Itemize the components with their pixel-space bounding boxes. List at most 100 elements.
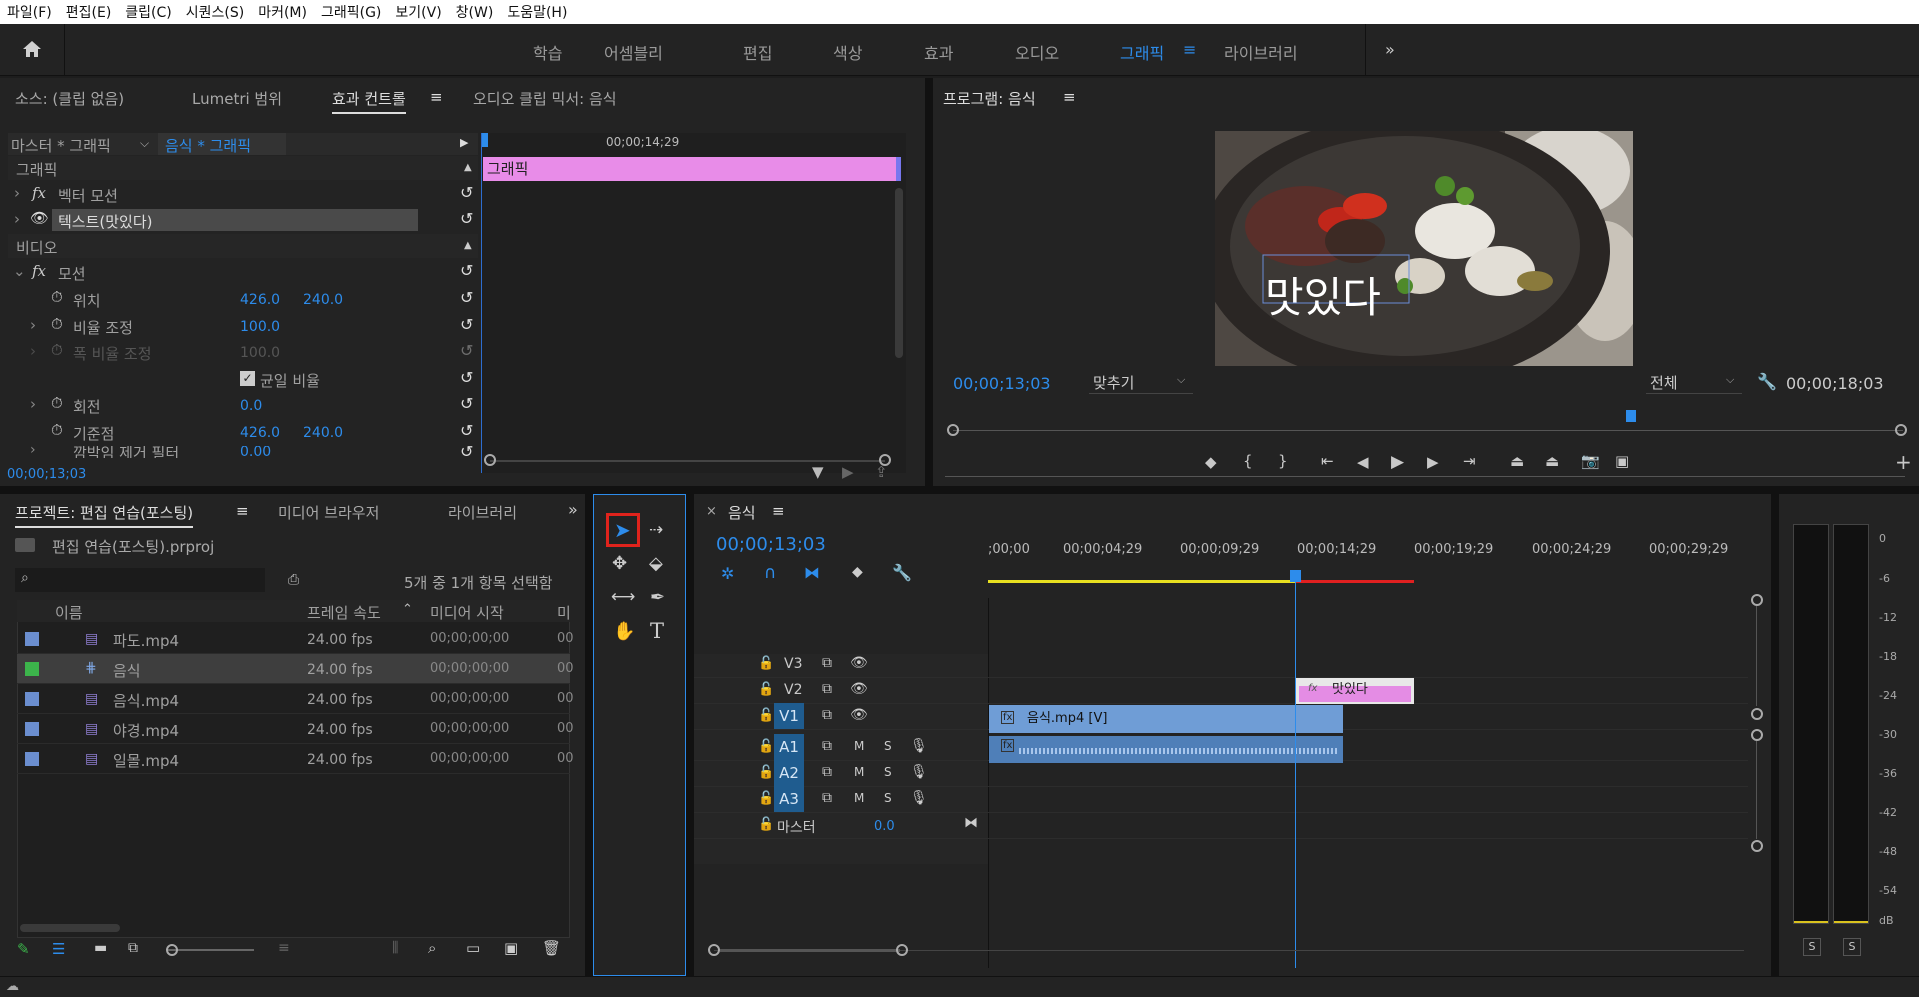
reset-icon[interactable]: ↺: [460, 261, 473, 280]
expand-arrow-icon[interactable]: ›: [30, 316, 36, 334]
solo-button[interactable]: S: [884, 791, 892, 805]
panel-menu-icon[interactable]: ≡: [430, 88, 443, 106]
row-motion[interactable]: ⌄ fx 모션 ↺: [8, 260, 478, 284]
tab-media-browser[interactable]: 미디어 브라우저: [278, 502, 379, 523]
vscroll-handle[interactable]: [1751, 729, 1763, 741]
expand-arrow-icon[interactable]: ›: [14, 210, 20, 228]
eye-icon[interactable]: 👁: [30, 209, 49, 227]
solo-button[interactable]: S: [884, 765, 892, 779]
eye-icon[interactable]: 👁: [850, 681, 868, 697]
panel-menu-icon[interactable]: ≡: [236, 502, 249, 520]
project-row[interactable]: ▤ 파도.mp4 24.00 fps 00;00;00;00 00: [17, 624, 574, 654]
program-timecode[interactable]: 00;00;13;03: [953, 374, 1051, 393]
lock-icon[interactable]: 🔓: [758, 765, 774, 780]
overlay-text[interactable]: 맛있다: [1265, 277, 1381, 319]
lock-icon[interactable]: 🔓: [758, 708, 774, 723]
stopwatch-icon[interactable]: ⏱: [51, 288, 63, 306]
more-workspaces-icon[interactable]: »: [1385, 40, 1395, 59]
nest-icon[interactable]: ✲: [721, 564, 734, 583]
fx-icon[interactable]: fx: [32, 184, 46, 202]
label-color-swatch[interactable]: [25, 692, 39, 706]
reset-icon[interactable]: ↺: [460, 209, 473, 228]
wrench-icon[interactable]: 🔧: [1757, 372, 1777, 391]
track-v2[interactable]: 🔓 V2 ⧉ 👁: [694, 678, 1748, 704]
sequence-clip-label[interactable]: 음식 * 그래픽: [165, 135, 251, 156]
new-search-bin-icon[interactable]: ⎙: [288, 572, 299, 588]
home-icon[interactable]: [22, 40, 42, 58]
track-label-v3[interactable]: V3: [784, 656, 802, 672]
reset-icon[interactable]: ↺: [460, 421, 473, 440]
menu-edit[interactable]: 편집(E): [59, 2, 119, 22]
zoom-slider-handle[interactable]: [166, 944, 178, 956]
more-panels-icon[interactable]: »: [568, 500, 578, 519]
zoom-handle-left[interactable]: [484, 454, 496, 466]
find-icon[interactable]: ⌕: [428, 939, 436, 957]
sync-lock-icon[interactable]: ⧉: [822, 764, 832, 780]
new-item-icon[interactable]: ▣: [504, 939, 518, 957]
track-a2[interactable]: 🔓 A2 ⧉ M S 🎙: [694, 760, 1748, 787]
workspace-editing[interactable]: 편집: [743, 40, 772, 64]
new-bin-icon[interactable]: ▭: [466, 939, 480, 957]
time-ruler[interactable]: ;00;00 00;00;04;29 00;00;09;29 00;00;14;…: [988, 542, 1748, 582]
row-uniform-scale[interactable]: ✓ 균일 비율 ↺: [8, 367, 478, 391]
reset-icon[interactable]: ↺: [460, 394, 473, 413]
go-to-out-icon[interactable]: ⇥: [1463, 454, 1476, 469]
hscroll-start-handle[interactable]: [708, 944, 720, 956]
menu-graphics[interactable]: 그래픽(G): [314, 2, 388, 22]
col-more[interactable]: 미: [557, 602, 571, 623]
vscroll-handle[interactable]: [1751, 708, 1763, 720]
sync-lock-icon[interactable]: ⧉: [822, 707, 832, 723]
wrench-icon[interactable]: 🔧: [892, 563, 912, 582]
menu-help[interactable]: 도움말(H): [500, 2, 574, 22]
mute-button[interactable]: M: [854, 739, 864, 753]
row-position[interactable]: ⏱ 위치 426.0 240.0 ↺: [8, 287, 478, 311]
linked-selection-icon[interactable]: ⧓: [804, 563, 820, 582]
lift-icon[interactable]: ⏏: [1510, 454, 1524, 469]
step-back-icon[interactable]: ◀: [1357, 455, 1369, 470]
reset-icon[interactable]: ↺: [460, 288, 473, 307]
type-tool-icon[interactable]: T: [650, 619, 664, 643]
microphone-icon[interactable]: 🎙: [910, 790, 928, 806]
vscroll-handle[interactable]: [1751, 840, 1763, 852]
chevron-down-icon[interactable]: ⌵: [140, 136, 149, 151]
position-y-value[interactable]: 240.0: [303, 292, 343, 308]
program-playhead[interactable]: [1626, 410, 1636, 422]
video-frame[interactable]: [1215, 131, 1633, 366]
extract-icon[interactable]: ⏏: [1545, 454, 1559, 469]
play-triangle-icon[interactable]: ▶: [460, 136, 468, 149]
track-label-a3[interactable]: A3: [774, 786, 804, 812]
uniform-scale-checkbox[interactable]: ✓: [240, 371, 255, 386]
reset-icon[interactable]: ↺: [460, 183, 473, 202]
sequence-timecode[interactable]: 00;00;13;03: [716, 534, 826, 555]
zoom-fit-select[interactable]: 맞추기 ⌵: [1089, 370, 1193, 394]
list-view-icon[interactable]: ☰: [52, 940, 65, 958]
panel-menu-icon[interactable]: ≡: [1063, 88, 1076, 106]
project-row[interactable]: ▤ 일몰.mp4 24.00 fps 00;00;00;00 00: [17, 744, 574, 774]
row-anchor-point[interactable]: ⏱ 기준점 426.0 240.0 ↺: [8, 420, 478, 444]
hscroll-end-handle[interactable]: [896, 944, 908, 956]
row-scale[interactable]: › ⏱ 비율 조정 100.0 ↺: [8, 314, 478, 338]
row-text-layer[interactable]: › 👁 텍스트(맛있다) ↺: [8, 208, 478, 232]
snap-icon[interactable]: ∩: [764, 563, 776, 583]
trash-icon[interactable]: 🗑: [542, 939, 561, 957]
anchor-y-value[interactable]: 240.0: [303, 425, 343, 441]
workspace-assembly[interactable]: 어셈블리: [604, 40, 663, 64]
step-forward-icon[interactable]: ▶: [1427, 455, 1439, 470]
workspace-learning[interactable]: 학습: [533, 40, 562, 64]
hscroll-bar[interactable]: [720, 949, 900, 952]
tab-lumetri-scopes[interactable]: Lumetri 범위: [192, 88, 282, 109]
workspace-graphics[interactable]: 그래픽: [1120, 40, 1164, 64]
solo-left-button[interactable]: S: [1803, 938, 1821, 956]
workspace-audio[interactable]: 오디오: [1015, 40, 1059, 64]
fx-icon[interactable]: fx: [32, 262, 46, 280]
timeline-playhead[interactable]: [1290, 570, 1301, 582]
track-select-tool-icon[interactable]: ⇢: [649, 520, 663, 540]
hand-tool-icon[interactable]: ✋: [613, 621, 635, 642]
master-volume[interactable]: 0.0: [874, 819, 895, 834]
mute-button[interactable]: M: [854, 765, 864, 779]
export-frame-icon[interactable]: 📷: [1581, 454, 1600, 469]
selection-tool-icon[interactable]: ➤: [614, 518, 631, 542]
filter-icon[interactable]: ▼: [812, 463, 824, 481]
anchor-x-value[interactable]: 426.0: [240, 425, 280, 441]
project-row[interactable]: ▤ 음식.mp4 24.00 fps 00;00;00;00 00: [17, 684, 574, 714]
